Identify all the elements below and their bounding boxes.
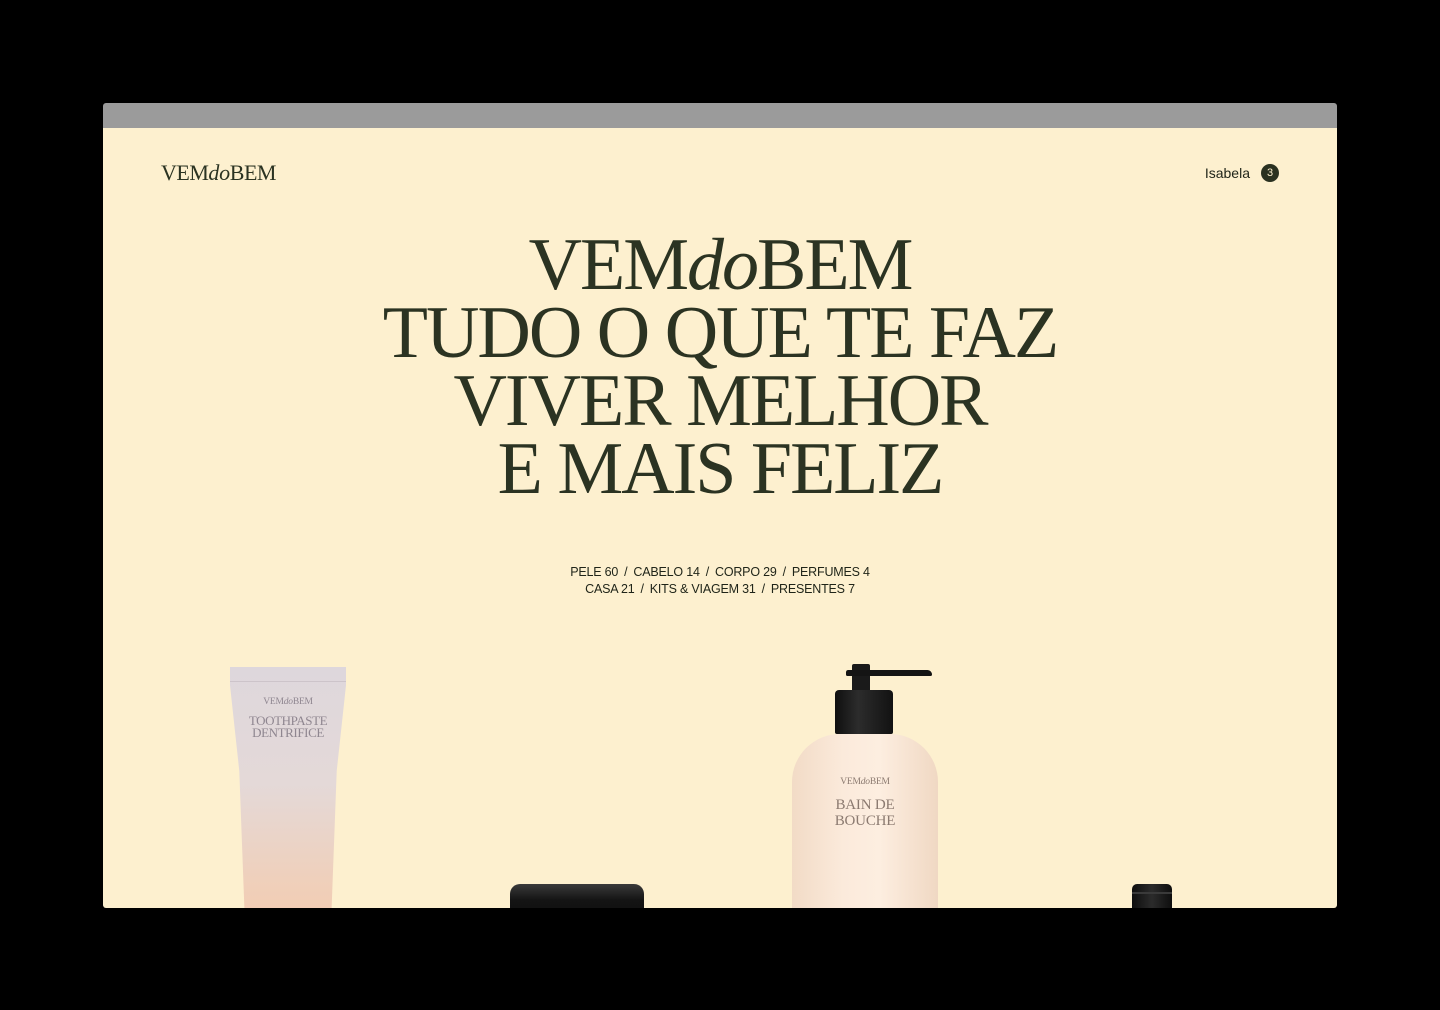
browser-top-bar <box>103 103 1337 128</box>
category-separator: / <box>761 582 765 596</box>
pump-head <box>835 690 893 734</box>
tube-name-line-2: DENTRIFICE <box>252 725 324 740</box>
category-kits-viagem[interactable]: KITS & VIAGEM 31 <box>650 582 756 596</box>
hero-line-1: VEMdoBEM <box>103 228 1337 302</box>
tube-brand-vem: VEM <box>263 697 284 707</box>
product-toothpaste-tube[interactable]: VEMdoBEM TOOTHPASTE DENTRIFICE <box>230 667 346 908</box>
pump-product-name: BAIN DE BOUCHE <box>792 797 938 829</box>
category-row-2: CASA 21 / KITS & VIAGEM 31 / PRESENTES 7 <box>103 581 1337 598</box>
product-small-bottle[interactable] <box>1132 884 1172 908</box>
category-separator: / <box>782 565 786 579</box>
category-separator: / <box>624 565 628 579</box>
user-name[interactable]: Isabela <box>1205 165 1250 181</box>
pump-brand-do: do <box>860 777 870 787</box>
browser-window: VEMdoBEM Isabela 3 VEMdoBEM TUDO O QUE T… <box>103 103 1337 908</box>
hero-line-4: E MAIS FELIZ <box>497 428 945 510</box>
category-perfumes[interactable]: PERFUMES 4 <box>792 565 870 579</box>
category-pele[interactable]: PELE 60 <box>570 565 618 579</box>
logo-text-bem: BEM <box>229 160 277 185</box>
pump-stem <box>852 664 870 692</box>
pump-brand-vem: VEM <box>840 777 861 787</box>
pump-nozzle <box>846 670 932 676</box>
tube-brand-do: do <box>283 697 293 707</box>
category-separator: / <box>705 565 709 579</box>
pump-name-line-2: BOUCHE <box>834 813 896 829</box>
category-cabelo[interactable]: CABELO 14 <box>633 565 699 579</box>
tube-brand-label: VEMdoBEM <box>230 697 346 707</box>
pump-brand-label: VEMdoBEM <box>792 777 938 787</box>
account-cart-link[interactable]: Isabela 3 <box>1205 164 1279 182</box>
category-separator: / <box>640 582 644 596</box>
tube-brand-bem: BEM <box>292 697 313 707</box>
category-casa[interactable]: CASA 21 <box>585 582 635 596</box>
pump-name-line-1: BAIN DE <box>835 797 895 813</box>
logo-text-do: do <box>208 160 230 185</box>
tube-seal-line <box>230 681 346 682</box>
category-row-1: PELE 60 / CABELO 14 / CORPO 29 / PERFUMES 4 <box>103 564 1337 581</box>
hero-line-2: TUDO O QUE TE FAZ <box>382 292 1059 374</box>
logo-text-vem: VEM <box>161 160 209 185</box>
category-presentes[interactable]: PRESENTES 7 <box>771 582 855 596</box>
page: VEMdoBEM Isabela 3 VEMdoBEM TUDO O QUE T… <box>103 128 1337 908</box>
hero-headline: VEMdoBEM TUDO O QUE TE FAZ VIVER MELHOR … <box>103 228 1337 510</box>
product-mouthwash-pump-bottle[interactable]: VEMdoBEM BAIN DE BOUCHE <box>792 664 938 908</box>
product-jar[interactable] <box>510 884 644 908</box>
pump-brand-bem: BEM <box>869 777 890 787</box>
tube-product-name: TOOTHPASTE DENTRIFICE <box>230 714 346 740</box>
bottle-cap-ring <box>1132 892 1172 894</box>
category-corpo[interactable]: CORPO 29 <box>715 565 777 579</box>
brand-logo[interactable]: VEMdoBEM <box>161 160 276 186</box>
hero-line-3: VIVER MELHOR <box>453 360 988 442</box>
cart-count-badge[interactable]: 3 <box>1261 164 1279 182</box>
category-nav: PELE 60 / CABELO 14 / CORPO 29 / PERFUMES 4 CA… <box>103 564 1337 598</box>
